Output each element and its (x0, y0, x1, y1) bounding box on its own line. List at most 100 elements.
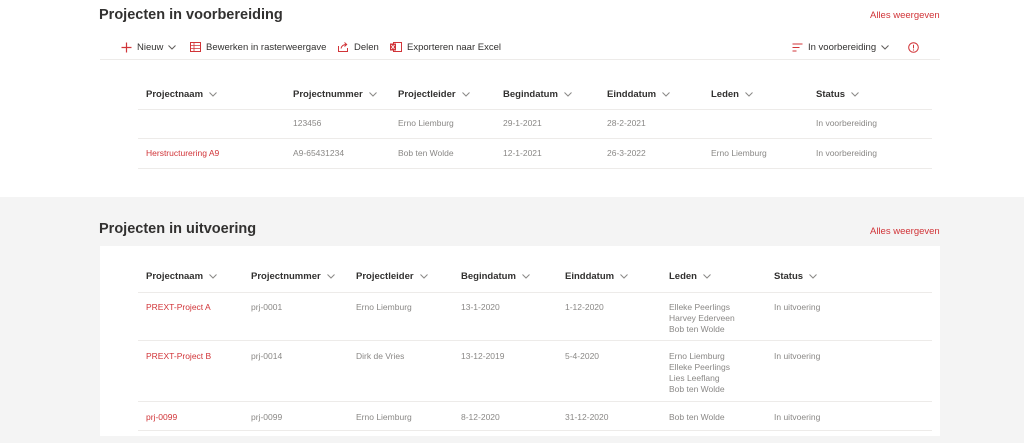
column-header-einddatum[interactable]: Einddatum (607, 89, 670, 100)
chevron-down-icon (419, 274, 428, 279)
column-header-label: Begindatum (503, 89, 558, 100)
project-name-link[interactable]: PREXT-Project B (146, 351, 211, 362)
column-header-label: Leden (711, 89, 739, 100)
share-label: Delen (354, 41, 379, 53)
share-icon (338, 42, 348, 52)
member-name: Harvey Ederveen (669, 313, 735, 323)
member-name: Erno Liemburg (711, 148, 767, 158)
export-excel-button[interactable]: Exporteren naar Excel (390, 40, 501, 54)
view-lines-icon (792, 43, 803, 51)
view-selector[interactable]: In voorbereiding (792, 40, 889, 54)
project-name-link[interactable]: prj-0099 (146, 412, 177, 423)
end-date: 5-4-2020 (565, 351, 600, 361)
header-divider (138, 292, 932, 293)
row-divider (138, 401, 932, 402)
info-icon (908, 41, 919, 53)
column-header-status[interactable]: Status (774, 271, 817, 282)
new-button[interactable]: Nieuw (121, 40, 177, 54)
column-header-label: Projectnaam (146, 271, 204, 282)
column-header-label: Einddatum (607, 89, 657, 100)
member-name: Bob ten Wolde (669, 412, 725, 422)
chevron-down-icon (564, 92, 572, 97)
project-leader: Bob ten Wolde (398, 148, 454, 158)
grid-icon (190, 42, 201, 52)
chevron-down-icon (368, 92, 377, 97)
chevron-down-icon (745, 92, 753, 97)
project-number: prj-0099 (251, 412, 283, 422)
prep-see-all-link[interactable]: Alles weergeven (870, 10, 940, 21)
header-divider (138, 109, 932, 110)
info-button[interactable] (908, 40, 924, 54)
column-header-label: Status (816, 89, 846, 100)
column-header-projectnummer[interactable]: Projectnummer (251, 271, 335, 282)
project-status: In voorbereiding (816, 118, 877, 128)
column-header-label: Projectnaam (146, 89, 204, 100)
row-divider (138, 430, 932, 431)
column-header-status[interactable]: Status (816, 89, 859, 100)
chevron-down-icon (522, 274, 530, 279)
exec-section-title: Projecten in uitvoering (99, 221, 257, 237)
column-header-projectnaam[interactable]: Projectnaam (146, 89, 217, 100)
excel-icon (390, 42, 402, 52)
project-status: In uitvoering (774, 302, 821, 312)
column-header-projectleider[interactable]: Projectleider (398, 89, 470, 100)
prep-section: Projecten in voorbereiding Alles weergev… (0, 0, 1024, 197)
column-header-begindatum[interactable]: Begindatum (503, 89, 572, 100)
column-header-label: Begindatum (461, 271, 516, 282)
chevron-down-icon (703, 274, 711, 279)
column-header-projectnummer[interactable]: Projectnummer (293, 89, 377, 100)
column-header-begindatum[interactable]: Begindatum (461, 271, 530, 282)
prep-section-title: Projecten in voorbereiding (99, 7, 283, 23)
start-date: 8-12-2020 (461, 412, 500, 422)
column-header-label: Leden (669, 271, 697, 282)
project-number: prj-0014 (251, 351, 283, 361)
chevron-down-icon (662, 92, 670, 97)
chevron-down-icon (168, 44, 177, 50)
column-header-leden[interactable]: Leden (669, 271, 711, 282)
chevron-down-icon (461, 92, 470, 97)
row-divider (138, 340, 932, 341)
chevron-down-icon (326, 274, 335, 279)
start-date: 13-12-2019 (461, 351, 505, 361)
column-header-label: Projectleider (356, 271, 414, 282)
project-status: In uitvoering (774, 412, 821, 422)
project-number: A9-65431234 (293, 148, 345, 158)
column-header-leden[interactable]: Leden (711, 89, 753, 100)
plus-icon (121, 42, 132, 52)
column-header-projectnaam[interactable]: Projectnaam (146, 271, 217, 282)
end-date: 28-2-2021 (607, 118, 646, 128)
column-header-label: Projectleider (398, 89, 456, 100)
project-number: 123456 (293, 118, 322, 128)
grid-edit-label: Bewerken in rasterweergave (206, 41, 327, 53)
project-leader: Erno Liemburg (356, 302, 412, 312)
member-name: Bob ten Wolde (669, 384, 725, 394)
grid-edit-button[interactable]: Bewerken in rasterweergave (190, 40, 326, 54)
command-bar: Nieuw Bewerken in rasterweergave Delen E… (100, 36, 940, 60)
start-date: 12-1-2021 (503, 148, 542, 158)
chevron-down-icon (620, 274, 628, 279)
column-header-label: Einddatum (565, 271, 615, 282)
chevron-down-icon (851, 92, 859, 97)
project-name-link[interactable]: Herstructurering A9 (146, 148, 219, 159)
column-header-label: Projectnummer (251, 271, 321, 282)
member-name: Elleke Peerlings (669, 362, 730, 372)
project-name-link[interactable]: PREXT-Project A (146, 302, 211, 313)
view-selector-label: In voorbereiding (808, 41, 877, 53)
start-date: 29-1-2021 (503, 118, 542, 128)
project-status: In uitvoering (774, 351, 821, 361)
member-name: Lies Leeflang (669, 373, 720, 383)
chevron-down-icon (209, 92, 217, 97)
chevron-down-icon (209, 274, 217, 279)
project-leader: Dirk de Vries (356, 351, 405, 361)
share-button[interactable]: Delen (338, 40, 379, 54)
column-header-projectleider[interactable]: Projectleider (356, 271, 428, 282)
row-divider (138, 138, 932, 139)
column-header-label: Status (774, 271, 804, 282)
column-header-label: Projectnummer (293, 89, 363, 100)
exec-see-all-link[interactable]: Alles weergeven (870, 226, 940, 237)
project-leader: Erno Liemburg (398, 118, 454, 128)
start-date: 13-1-2020 (461, 302, 500, 312)
member-name: Erno Liemburg (669, 351, 725, 361)
end-date: 26-3-2022 (607, 148, 646, 158)
column-header-einddatum[interactable]: Einddatum (565, 271, 628, 282)
